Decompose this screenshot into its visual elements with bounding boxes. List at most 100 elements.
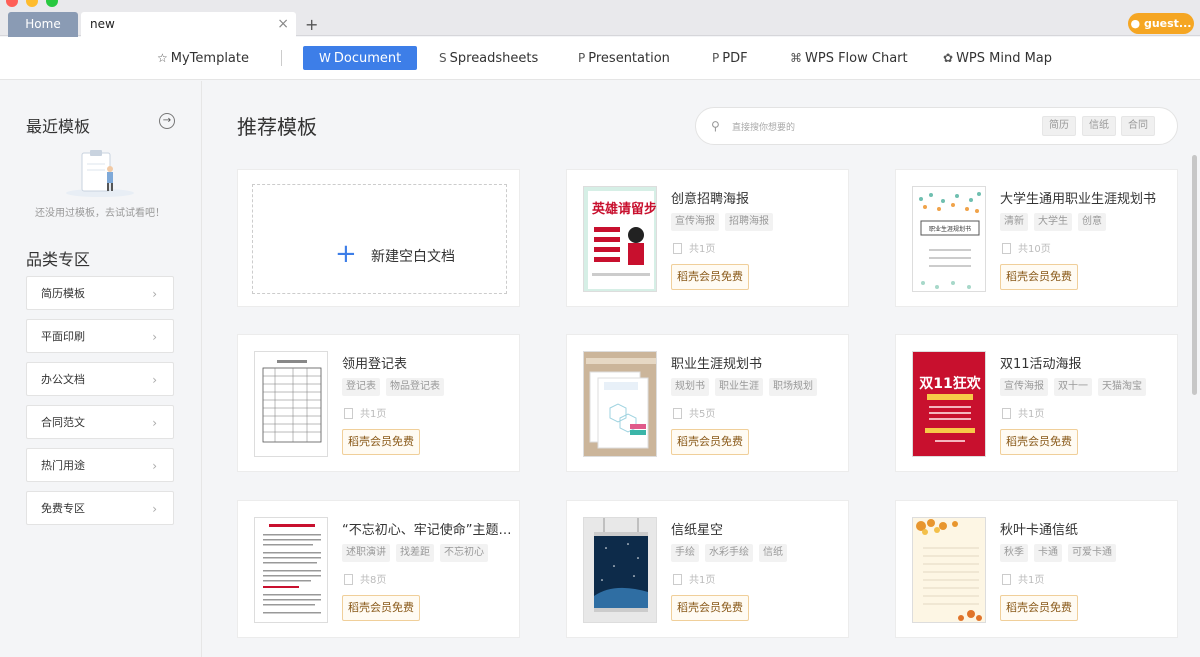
category-contract[interactable]: 合同范文 › (26, 405, 174, 439)
category-popular[interactable]: 热门用途 › (26, 448, 174, 482)
template-title[interactable]: 信纸星空 (671, 519, 723, 538)
template-tag[interactable]: 手绘 (671, 544, 699, 562)
template-card[interactable]: 双11狂欢 双11活动海报 宣传海报 双十一 天猫淘宝 共1页 稻壳会员免费 (895, 334, 1178, 472)
title-bar: Home new × + ● guest... (0, 0, 1200, 37)
vertical-scrollbar[interactable] (1192, 155, 1197, 395)
template-title[interactable]: 领用登记表 (342, 353, 407, 372)
template-tag[interactable]: 职场规划 (769, 378, 817, 396)
template-tag[interactable]: 物品登记表 (386, 378, 444, 396)
recent-templates-title: 最近模板 (26, 117, 91, 136)
search-placeholder[interactable]: 直接搜你想要的 (732, 120, 795, 133)
page-count-label: 共1页 (689, 244, 716, 255)
template-tag[interactable]: 天猫淘宝 (1098, 378, 1146, 396)
nav-mind-map[interactable]: ✿ WPS Mind Map (943, 46, 1052, 70)
nav-document[interactable]: W Document (303, 46, 418, 70)
template-tag[interactable]: 信纸 (759, 544, 787, 562)
window-controls (6, 0, 58, 7)
presentation-icon: P (578, 51, 586, 65)
template-tag[interactable]: 述职演讲 (342, 544, 390, 562)
quick-tag[interactable]: 简历 (1042, 116, 1076, 136)
template-tag[interactable]: 创意 (1078, 213, 1106, 231)
template-tag[interactable]: 水彩手绘 (705, 544, 753, 562)
arrow-right-icon[interactable]: → (159, 113, 175, 129)
template-tag[interactable]: 秋季 (1000, 544, 1028, 562)
nav-pdf[interactable]: P PDF (712, 46, 748, 70)
sidebar: 最近模板 → 还没用过模板，去试试看吧！ 品类专区 简历模板 › 平面印刷 › 办公… (0, 81, 202, 657)
close-window-button[interactable] (6, 0, 18, 7)
tab-new[interactable]: new × (81, 12, 296, 37)
new-blank-label: 新建空白文档 (371, 249, 455, 265)
template-tag[interactable]: 卡通 (1034, 544, 1062, 562)
template-card[interactable]: 职业生涯规划书 大学生通用职业生涯规划书 清新 大学生 创意 共10页 稻壳会员免费 (895, 169, 1178, 307)
category-office[interactable]: 办公文档 › (26, 362, 174, 396)
category-label: 免费专区 (41, 502, 85, 515)
template-tag[interactable]: 招聘海报 (725, 213, 773, 231)
template-card[interactable]: “不忘初心、牢记使命”主题… 述职演讲 找差距 不忘初心 共8页 稻壳会员免费 (237, 500, 520, 638)
zoom-window-button[interactable] (46, 0, 58, 7)
nav-label: Document (333, 51, 402, 66)
template-tag[interactable]: 职业生涯 (715, 378, 763, 396)
template-tag[interactable]: 规划书 (671, 378, 709, 396)
template-tag[interactable]: 不忘初心 (440, 544, 488, 562)
vip-free-badge[interactable]: 稻壳会员免费 (671, 429, 749, 455)
template-thumbnail (254, 351, 328, 457)
template-tag[interactable]: 登记表 (342, 378, 380, 396)
template-tag[interactable]: 找差距 (396, 544, 434, 562)
thumb-title: 双11狂欢 (919, 375, 981, 392)
quick-tag[interactable]: 信纸 (1082, 116, 1116, 136)
nav-presentation[interactable]: P Presentation (578, 46, 670, 70)
page-count: 共1页 (673, 240, 715, 255)
document-icon: W (319, 51, 331, 65)
template-title[interactable]: 创意招聘海报 (671, 188, 749, 207)
template-tags: 手绘 水彩手绘 信纸 (671, 544, 787, 562)
tab-close-icon[interactable]: × (277, 12, 289, 37)
vip-free-badge[interactable]: 稻壳会员免费 (1000, 264, 1078, 290)
nav-flow-chart[interactable]: ⌘ WPS Flow Chart (790, 46, 908, 70)
pages-icon (673, 574, 682, 585)
pages-icon (673, 408, 682, 419)
template-tags: 述职演讲 找差距 不忘初心 (342, 544, 488, 562)
template-title[interactable]: 双11活动海报 (1000, 353, 1082, 372)
nav-mytemplate[interactable]: ☆ MyTemplate (157, 46, 249, 70)
search-icon: ⚲ (711, 119, 720, 133)
template-search-box[interactable]: ⚲ 直接搜你想要的 简历 信纸 合同 (695, 107, 1178, 145)
minimize-window-button[interactable] (26, 0, 38, 7)
template-card[interactable]: 领用登记表 登记表 物品登记表 共1页 稻壳会员免费 (237, 334, 520, 472)
template-tag[interactable]: 清新 (1000, 213, 1028, 231)
vip-free-badge[interactable]: 稻壳会员免费 (671, 264, 749, 290)
category-print[interactable]: 平面印刷 › (26, 319, 174, 353)
category-free[interactable]: 免费专区 › (26, 491, 174, 525)
template-title[interactable]: 大学生通用职业生涯规划书 (1000, 188, 1156, 207)
template-title[interactable]: 秋叶卡通信纸 (1000, 519, 1078, 538)
page-count: 共1页 (344, 405, 386, 420)
template-title[interactable]: “不忘初心、牢记使命”主题… (342, 519, 511, 538)
vip-free-badge[interactable]: 稻壳会员免费 (342, 595, 420, 621)
template-tag[interactable]: 大学生 (1034, 213, 1072, 231)
vip-free-badge[interactable]: 稻壳会员免费 (671, 595, 749, 621)
nav-divider (281, 50, 282, 66)
template-tag[interactable]: 可爱卡通 (1068, 544, 1116, 562)
template-tag[interactable]: 双十一 (1054, 378, 1092, 396)
template-card[interactable]: 信纸星空 手绘 水彩手绘 信纸 共1页 稻壳会员免费 (566, 500, 849, 638)
vip-free-badge[interactable]: 稻壳会员免费 (1000, 595, 1078, 621)
page-count-label: 共8页 (360, 575, 387, 586)
template-card[interactable]: 秋叶卡通信纸 秋季 卡通 可爱卡通 共1页 稻壳会员免费 (895, 500, 1178, 638)
quick-tag[interactable]: 合同 (1121, 116, 1155, 136)
vip-free-badge[interactable]: 稻壳会员免费 (342, 429, 420, 455)
template-tag[interactable]: 宣传海报 (1000, 378, 1048, 396)
category-resume[interactable]: 简历模板 › (26, 276, 174, 310)
guest-account-button[interactable]: ● guest... (1128, 13, 1194, 34)
template-title[interactable]: 职业生涯规划书 (671, 353, 762, 372)
template-tag[interactable]: 宣传海报 (671, 213, 719, 231)
template-card[interactable]: 英雄请留步 创意招聘海报 宣传海报 招聘海报 共1页 稻壳会员免费 (566, 169, 849, 307)
template-thumbnail: 职业生涯规划书 (912, 186, 986, 292)
new-blank-document-card[interactable]: + 新建空白文档 (237, 169, 520, 307)
chevron-right-icon: › (152, 416, 157, 430)
nav-spreadsheets[interactable]: S Spreadsheets (439, 46, 538, 70)
new-tab-button[interactable]: + (305, 12, 318, 37)
vip-free-badge[interactable]: 稻壳会员免费 (1000, 429, 1078, 455)
tab-home[interactable]: Home (8, 12, 78, 37)
page-count: 共8页 (344, 571, 386, 586)
page-count: 共5页 (673, 405, 715, 420)
template-card[interactable]: 职业生涯规划书 规划书 职业生涯 职场规划 共5页 稻壳会员免费 (566, 334, 849, 472)
